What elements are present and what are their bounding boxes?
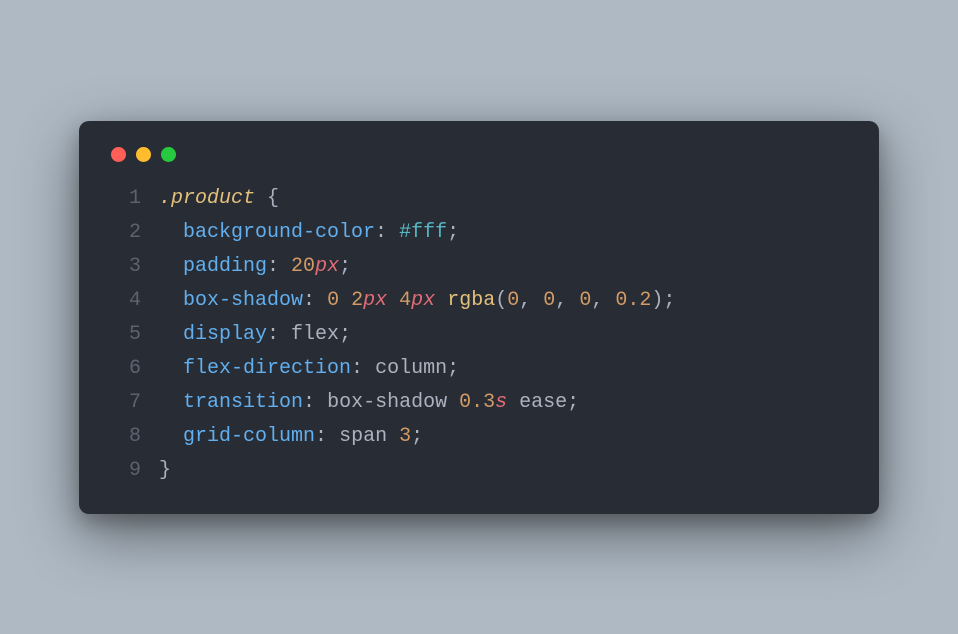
code-block: 1 .product { 2 background-color: #fff; 3… (107, 182, 851, 488)
code-content: padding: 20px; (159, 250, 851, 284)
line-number: 3 (107, 250, 159, 284)
code-content: flex-direction: column; (159, 352, 851, 386)
code-line: 8 grid-column: span 3; (107, 420, 851, 454)
code-line: 2 background-color: #fff; (107, 216, 851, 250)
code-line: 3 padding: 20px; (107, 250, 851, 284)
code-line: 1 .product { (107, 182, 851, 216)
code-line: 9 } (107, 454, 851, 488)
maximize-icon[interactable] (161, 147, 176, 162)
line-number: 1 (107, 182, 159, 216)
line-number: 7 (107, 386, 159, 420)
code-content: background-color: #fff; (159, 216, 851, 250)
code-content: .product { (159, 182, 851, 216)
line-number: 9 (107, 454, 159, 488)
code-line: 4 box-shadow: 0 2px 4px rgba(0, 0, 0, 0.… (107, 284, 851, 318)
line-number: 4 (107, 284, 159, 318)
line-number: 2 (107, 216, 159, 250)
code-content: } (159, 454, 851, 488)
code-line: 7 transition: box-shadow 0.3s ease; (107, 386, 851, 420)
code-content: box-shadow: 0 2px 4px rgba(0, 0, 0, 0.2)… (159, 284, 851, 318)
close-icon[interactable] (111, 147, 126, 162)
line-number: 8 (107, 420, 159, 454)
line-number: 6 (107, 352, 159, 386)
code-content: display: flex; (159, 318, 851, 352)
line-number: 5 (107, 318, 159, 352)
code-line: 6 flex-direction: column; (107, 352, 851, 386)
code-content: transition: box-shadow 0.3s ease; (159, 386, 851, 420)
code-line: 5 display: flex; (107, 318, 851, 352)
window-titlebar (107, 143, 851, 182)
minimize-icon[interactable] (136, 147, 151, 162)
code-content: grid-column: span 3; (159, 420, 851, 454)
code-window: 1 .product { 2 background-color: #fff; 3… (79, 121, 879, 514)
